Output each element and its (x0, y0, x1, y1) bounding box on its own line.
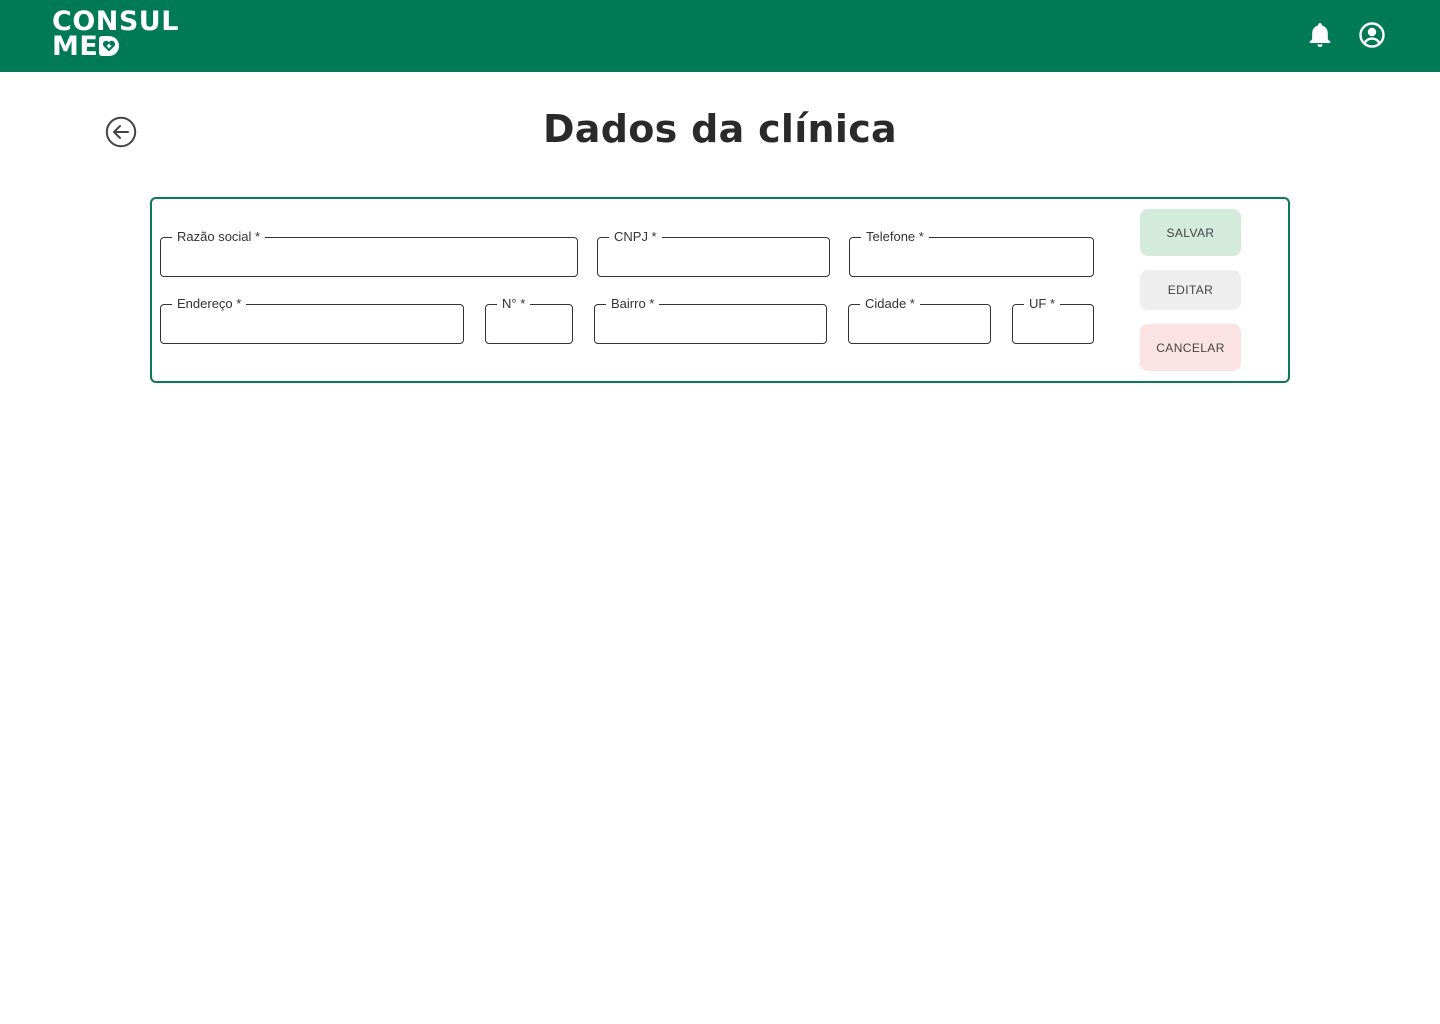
user-account-icon[interactable] (1357, 20, 1387, 50)
top-bar: CONSUL ME (0, 0, 1440, 72)
razao-social-label: Razão social * (172, 229, 266, 245)
logo-line-2-text: ME (52, 31, 99, 62)
numero-label: N° * (497, 296, 531, 312)
numero-field: N° * (485, 296, 573, 344)
cnpj-label: CNPJ * (609, 229, 662, 245)
logo-line-2: ME (52, 31, 179, 62)
save-button[interactable]: SALVAR (1140, 209, 1241, 256)
endereco-field: Endereço * (160, 296, 464, 344)
bairro-field: Bairro * (594, 296, 827, 344)
telefone-label: Telefone * (861, 229, 929, 245)
endereco-label: Endereço * (172, 296, 247, 312)
logo-d-heart (99, 36, 120, 56)
edit-button[interactable]: EDITAR (1140, 270, 1241, 310)
uf-field: UF * (1012, 296, 1094, 344)
cnpj-field: CNPJ * (597, 229, 830, 277)
telefone-field: Telefone * (849, 229, 1094, 277)
cancel-button[interactable]: CANCELAR (1140, 324, 1241, 371)
cidade-field: Cidade * (848, 296, 991, 344)
uf-label: UF * (1024, 296, 1060, 312)
consulmed-logo[interactable]: CONSUL ME (52, 8, 179, 62)
bell-icon[interactable] (1305, 20, 1335, 50)
cidade-label: Cidade * (860, 296, 920, 312)
razao-social-field: Razão social * (160, 229, 578, 277)
clinic-form-card: Razão social * CNPJ * Telefone * Endereç… (150, 197, 1290, 383)
page-title: Dados da clínica (542, 107, 898, 151)
bairro-label: Bairro * (606, 296, 660, 312)
heart-icon (103, 40, 116, 52)
